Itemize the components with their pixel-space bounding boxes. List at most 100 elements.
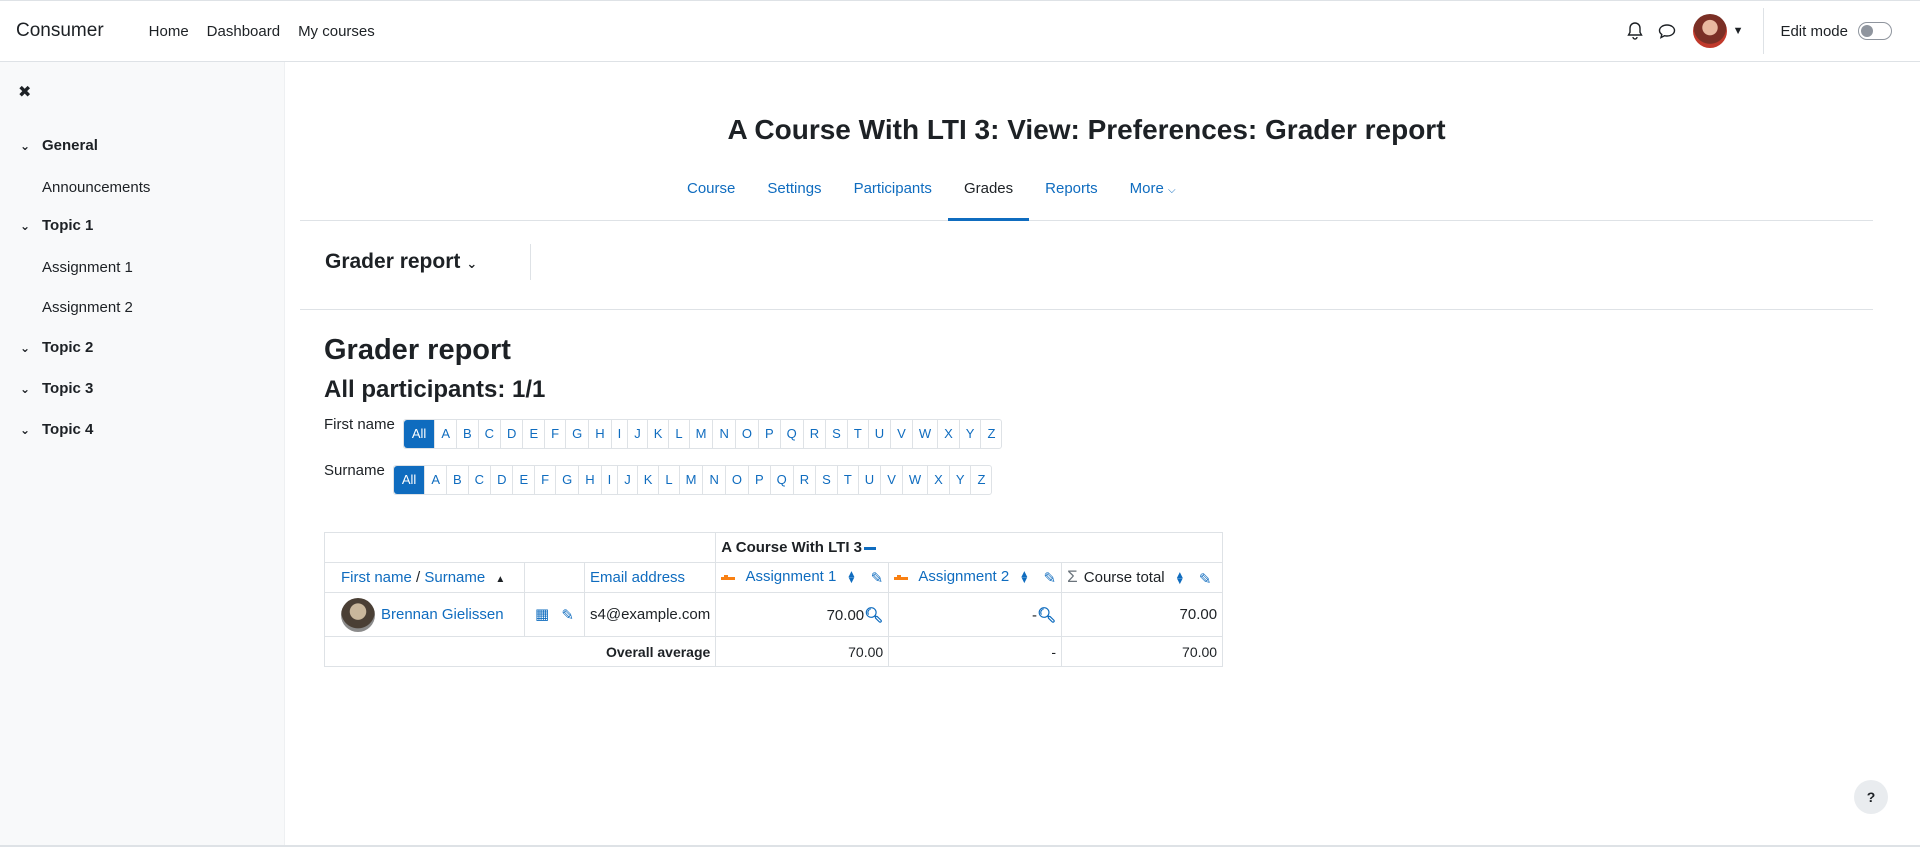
firstname-initial-n[interactable]: N: [713, 420, 736, 448]
sort-email-link[interactable]: Email address: [590, 569, 685, 586]
user-menu-chevron-down-icon[interactable]: ▼: [1733, 25, 1744, 37]
collapse-minus-icon[interactable]: [864, 546, 876, 550]
surname-initial-j[interactable]: J: [618, 466, 638, 494]
section-topic-4[interactable]: ⌄ Topic 4: [20, 421, 93, 438]
firstname-initial-f[interactable]: F: [545, 420, 567, 448]
chevron-down-icon[interactable]: ⌄: [20, 423, 42, 437]
user-name-link[interactable]: Brennan Gielissen: [381, 605, 504, 622]
firstname-initial-x[interactable]: X: [938, 420, 960, 448]
surname-initial-q[interactable]: Q: [771, 466, 794, 494]
firstname-initial-m[interactable]: M: [690, 420, 714, 448]
surname-initial-o[interactable]: O: [726, 466, 749, 494]
tab-course[interactable]: Course: [671, 168, 751, 221]
firstname-initial-r[interactable]: R: [804, 420, 827, 448]
grade-cell[interactable]: 70.00🔍︎: [715, 592, 890, 637]
surname-initial-p[interactable]: P: [749, 466, 771, 494]
chevron-down-icon[interactable]: ⌄: [20, 219, 42, 233]
surname-initial-f[interactable]: F: [535, 466, 557, 494]
surname-initial-m[interactable]: M: [680, 466, 704, 494]
activity-assignment-1[interactable]: Assignment 1: [42, 259, 133, 276]
single-view-table-icon[interactable]: ▦: [535, 606, 549, 623]
firstname-initial-v[interactable]: V: [891, 420, 913, 448]
tab-reports[interactable]: Reports: [1029, 168, 1114, 221]
surname-initial-t[interactable]: T: [838, 466, 859, 494]
surname-initial-b[interactable]: B: [447, 466, 469, 494]
section-topic-2[interactable]: ⌄ Topic 2: [20, 339, 93, 356]
firstname-initial-g[interactable]: G: [566, 420, 590, 448]
edit-pencil-icon[interactable]: ✎: [1044, 569, 1057, 587]
firstname-initial-e[interactable]: E: [523, 420, 546, 448]
firstname-initial-q[interactable]: Q: [781, 420, 804, 448]
surname-initial-g[interactable]: G: [556, 466, 580, 494]
grade-analysis-zoom-icon[interactable]: 🔍︎: [1037, 607, 1056, 624]
surname-initial-v[interactable]: V: [881, 466, 903, 494]
surname-initial-c[interactable]: C: [469, 466, 492, 494]
firstname-initial-o[interactable]: O: [736, 420, 759, 448]
section-topic-1[interactable]: ⌄ Topic 1: [20, 217, 93, 234]
chevron-down-icon[interactable]: ⌄: [20, 341, 42, 355]
tab-more[interactable]: More ⌵: [1114, 168, 1192, 221]
assignment-2-link[interactable]: Assignment 2: [918, 568, 1009, 585]
surname-initial-i[interactable]: I: [602, 466, 619, 494]
edit-mode-switch[interactable]: Edit mode: [1780, 22, 1892, 40]
firstname-initial-b[interactable]: B: [457, 420, 479, 448]
surname-initial-u[interactable]: U: [859, 466, 882, 494]
firstname-initial-k[interactable]: K: [648, 420, 670, 448]
notifications-bell-icon[interactable]: [1619, 15, 1651, 47]
firstname-initial-s[interactable]: S: [826, 420, 848, 448]
chevron-down-icon[interactable]: ⌄: [20, 139, 42, 153]
firstname-initial-u[interactable]: U: [869, 420, 892, 448]
surname-initial-r[interactable]: R: [794, 466, 817, 494]
tab-grades[interactable]: Grades: [947, 168, 1030, 221]
edit-pencil-icon[interactable]: ✎: [871, 569, 884, 587]
help-button[interactable]: ?: [1854, 780, 1888, 814]
user-avatar[interactable]: [1692, 14, 1727, 48]
messages-chat-icon[interactable]: [1651, 15, 1683, 47]
firstname-initial-h[interactable]: H: [589, 420, 612, 448]
surname-initial-x[interactable]: X: [928, 466, 950, 494]
surname-initial-a[interactable]: A: [425, 466, 447, 494]
firstname-initial-c[interactable]: C: [479, 420, 502, 448]
firstname-initial-all[interactable]: All: [403, 420, 436, 448]
sort-toggle-icon[interactable]: ▲ ▼: [847, 569, 857, 585]
edit-mode-toggle[interactable]: [1858, 22, 1892, 40]
surname-initial-s[interactable]: S: [816, 466, 838, 494]
firstname-initial-l[interactable]: L: [669, 420, 690, 448]
surname-initial-n[interactable]: N: [703, 466, 726, 494]
surname-initial-l[interactable]: L: [659, 466, 680, 494]
firstname-initial-t[interactable]: T: [848, 420, 869, 448]
activity-assignment-2[interactable]: Assignment 2: [42, 299, 133, 316]
grade-cell[interactable]: -🔍︎: [888, 592, 1063, 637]
section-topic-3[interactable]: ⌄ Topic 3: [20, 380, 93, 397]
activity-announcements[interactable]: Announcements: [42, 179, 150, 196]
firstname-initial-w[interactable]: W: [913, 420, 939, 448]
site-brand[interactable]: Consumer: [16, 20, 104, 42]
surname-initial-k[interactable]: K: [638, 466, 660, 494]
section-general[interactable]: ⌄ General: [20, 137, 98, 154]
firstname-initial-p[interactable]: P: [759, 420, 781, 448]
edit-pencil-icon[interactable]: ✎: [561, 606, 574, 624]
sort-surname-link[interactable]: Surname: [424, 569, 485, 586]
assignment-1-link[interactable]: Assignment 1: [745, 568, 836, 585]
nav-dashboard[interactable]: Dashboard: [198, 23, 289, 40]
surname-initial-d[interactable]: D: [491, 466, 514, 494]
user-avatar[interactable]: [341, 597, 375, 632]
tab-settings[interactable]: Settings: [751, 168, 837, 221]
surname-initial-all[interactable]: All: [393, 466, 426, 494]
surname-initial-y[interactable]: Y: [950, 466, 972, 494]
grade-analysis-zoom-icon[interactable]: 🔍︎: [864, 607, 883, 624]
firstname-initial-d[interactable]: D: [501, 420, 524, 448]
nav-my-courses[interactable]: My courses: [289, 23, 384, 40]
tab-participants[interactable]: Participants: [838, 168, 948, 221]
surname-initial-h[interactable]: H: [579, 466, 602, 494]
firstname-initial-j[interactable]: J: [628, 420, 648, 448]
sort-toggle-icon[interactable]: ▲ ▼: [1019, 569, 1029, 585]
sort-toggle-icon[interactable]: ▲ ▼: [1175, 570, 1185, 586]
surname-initial-z[interactable]: Z: [971, 466, 991, 494]
surname-initial-w[interactable]: W: [903, 466, 929, 494]
surname-initial-e[interactable]: E: [513, 466, 536, 494]
close-drawer-icon[interactable]: ✖: [18, 82, 31, 102]
firstname-initial-a[interactable]: A: [435, 420, 457, 448]
chevron-down-icon[interactable]: ⌄: [20, 382, 42, 396]
report-selector-dropdown[interactable]: Grader report ⌄: [325, 250, 477, 274]
